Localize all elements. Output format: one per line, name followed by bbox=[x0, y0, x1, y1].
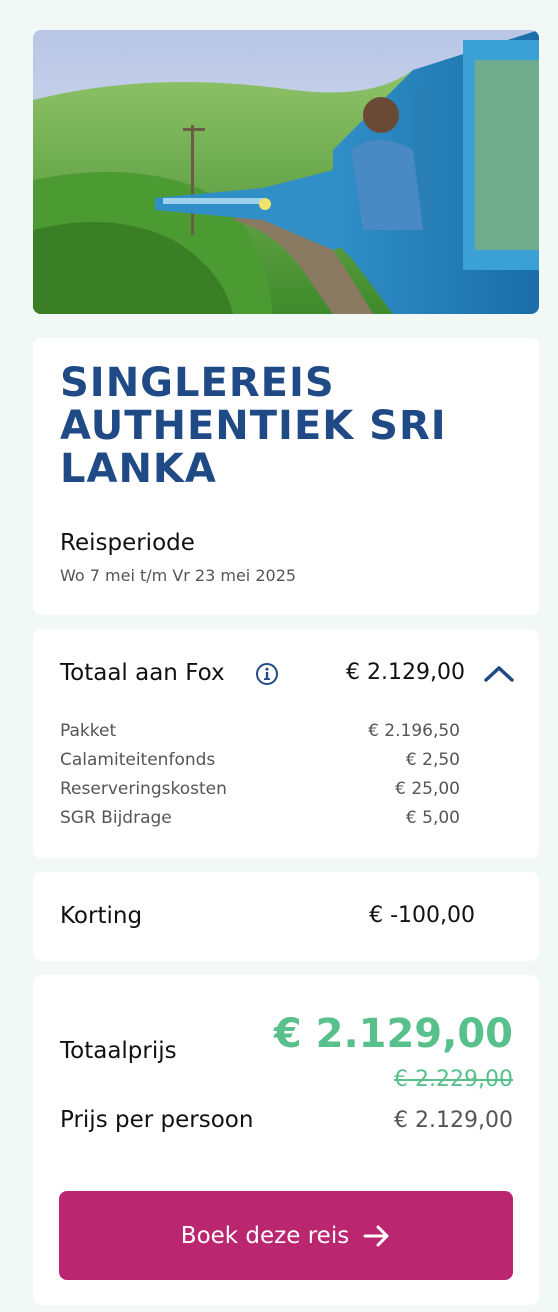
cost-label: Pakket bbox=[60, 721, 117, 741]
period-value: Wo 7 mei t/m Vr 23 mei 2025 bbox=[60, 566, 297, 585]
arrow-right-icon bbox=[363, 1225, 389, 1246]
total-label: Totaalprijs bbox=[60, 1038, 177, 1064]
book-trip-button[interactable]: Boek deze reis bbox=[59, 1191, 513, 1280]
korting-card: Korting € -100,00 bbox=[33, 872, 539, 961]
korting-amount: € -100,00 bbox=[369, 903, 475, 928]
book-button-label: Boek deze reis bbox=[180, 1222, 350, 1249]
period-label: Reisperiode bbox=[60, 530, 195, 556]
korting-label: Korting bbox=[60, 903, 143, 929]
cost-label: Calamiteitenfonds bbox=[60, 750, 216, 770]
chevron-up-icon[interactable] bbox=[483, 663, 515, 683]
trip-title: SINGLEREIS AUTHENTIEK SRI LANKA bbox=[60, 360, 447, 492]
per-person-amount: € 2.129,00 bbox=[394, 1108, 513, 1133]
total-card: Totaalprijs € 2.129,00 € 2.229,00 Prijs … bbox=[33, 975, 539, 1305]
info-icon[interactable] bbox=[255, 662, 279, 686]
cost-label: SGR Bijdrage bbox=[60, 808, 172, 828]
old-price: € 2.229,00 bbox=[394, 1067, 513, 1092]
fox-total-label: Totaal aan Fox bbox=[60, 660, 225, 686]
hero-image bbox=[33, 30, 539, 314]
train-photo-icon bbox=[33, 30, 539, 314]
cost-value: € 25,00 bbox=[395, 779, 460, 799]
trip-card: SINGLEREIS AUTHENTIEK SRI LANKA Reisperi… bbox=[33, 338, 539, 615]
fox-cost-card: Totaal aan Fox € 2.129,00 Pakket € 2.196… bbox=[33, 629, 539, 858]
cost-value: € 5,00 bbox=[405, 808, 460, 828]
total-amount: € 2.129,00 bbox=[273, 1011, 513, 1057]
fox-total-amount: € 2.129,00 bbox=[346, 660, 465, 685]
cost-value: € 2,50 bbox=[405, 750, 460, 770]
per-person-label: Prijs per persoon bbox=[60, 1107, 254, 1133]
cost-label: Reserveringskosten bbox=[60, 779, 227, 799]
cost-value: € 2.196,50 bbox=[368, 721, 460, 741]
